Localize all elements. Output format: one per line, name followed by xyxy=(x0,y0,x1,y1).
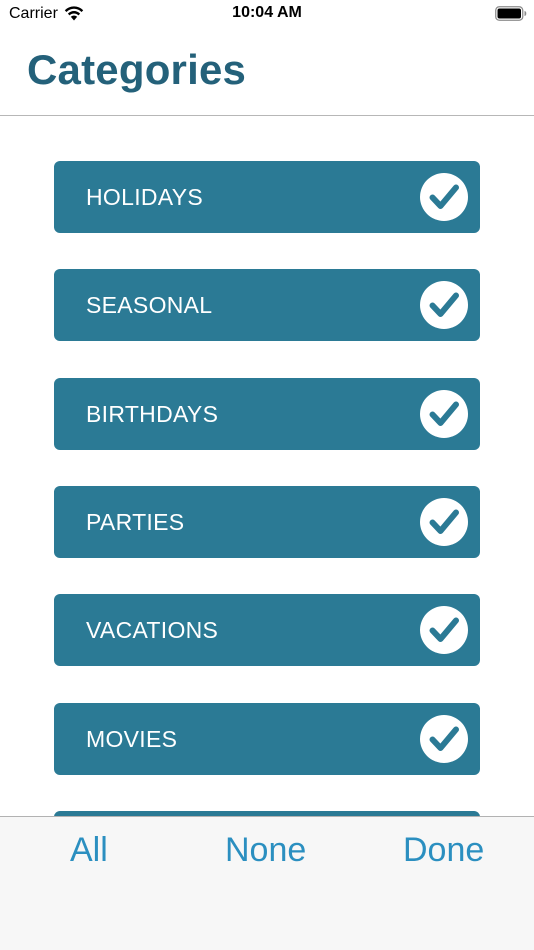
checkmark-circle-icon[interactable] xyxy=(420,390,468,438)
status-bar: Carrier 10:04 AM xyxy=(0,0,534,28)
category-row-seasonal[interactable]: SEASONAL xyxy=(54,269,480,341)
checkmark-circle-icon[interactable] xyxy=(420,173,468,221)
category-label: BIRTHDAYS xyxy=(86,401,219,427)
category-row-birthdays[interactable]: BIRTHDAYS xyxy=(54,378,480,450)
checkmark-circle-icon[interactable] xyxy=(420,606,468,654)
select-none-button[interactable]: None xyxy=(225,831,306,870)
category-label: HOLIDAYS xyxy=(86,184,204,210)
checkmark-circle-icon[interactable] xyxy=(420,281,468,329)
category-row-parties[interactable]: PARTIES xyxy=(54,486,480,558)
status-time: 10:04 AM xyxy=(232,4,302,21)
bottom-toolbar: All None Done xyxy=(0,816,534,950)
battery-full-icon xyxy=(495,6,527,21)
category-row-holidays[interactable]: HOLIDAYS xyxy=(54,161,480,233)
category-row-vacations[interactable]: VACATIONS xyxy=(54,594,480,666)
category-list[interactable]: HOLIDAYS SEASONAL BIRTHDAYS PARTIES VACA… xyxy=(0,116,534,816)
category-label: MOVIES xyxy=(86,726,178,752)
select-all-button[interactable]: All xyxy=(70,831,108,870)
app-screen: Carrier 10:04 AM Categories HOLIDAYS SEA… xyxy=(0,0,534,950)
category-label: VACATIONS xyxy=(86,617,219,643)
page-title: Categories xyxy=(27,46,247,93)
checkmark-circle-icon[interactable] xyxy=(420,715,468,763)
done-button[interactable]: Done xyxy=(403,831,484,870)
checkmark-circle-icon[interactable] xyxy=(420,498,468,546)
category-label: PARTIES xyxy=(86,509,185,535)
category-label: SEASONAL xyxy=(86,292,213,318)
category-row-movies[interactable]: MOVIES xyxy=(54,703,480,775)
